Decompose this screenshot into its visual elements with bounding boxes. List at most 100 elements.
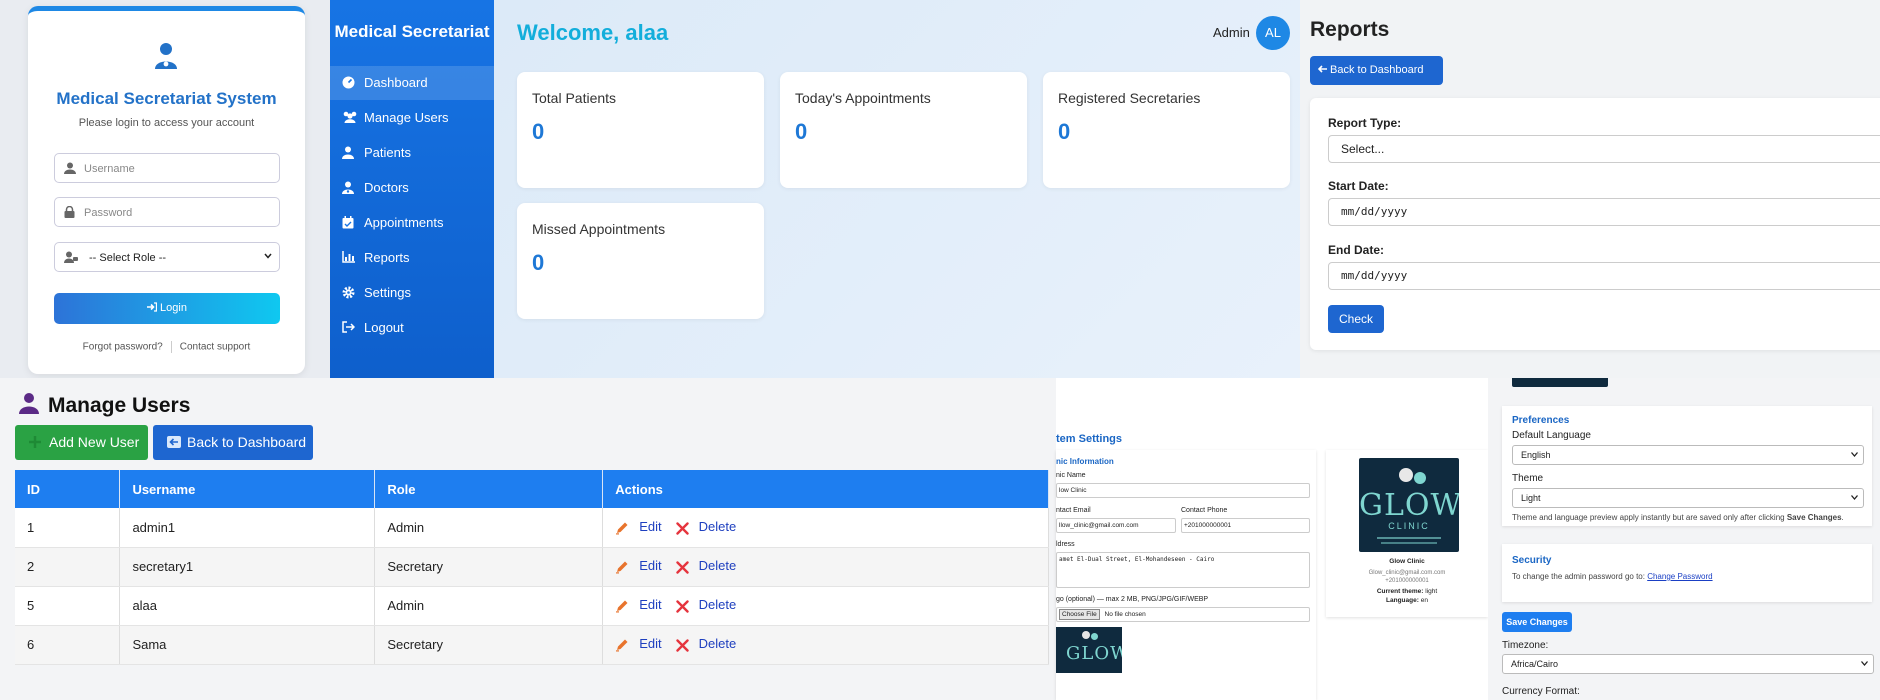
clinic-name-input[interactable]: low Clinic: [1056, 483, 1310, 498]
theme-select[interactable]: Light: [1512, 488, 1864, 508]
back-to-dashboard-button[interactable]: Back to Dashboard: [153, 425, 313, 460]
chevron-down-icon: [264, 253, 272, 259]
currency-label: Currency Format:: [1502, 686, 1580, 697]
system-settings-title: tem Settings: [1056, 433, 1123, 445]
add-user-label: Add New User: [49, 434, 140, 450]
delete-icon: [675, 521, 694, 536]
stat-value: 0: [532, 250, 545, 275]
thumbnail-logo-text: GLOW: [1066, 643, 1122, 664]
stat-card-total-patients: Total Patients 0: [517, 72, 764, 188]
cell-id: 2: [15, 547, 121, 587]
save-changes-button[interactable]: Save Changes: [1502, 612, 1572, 632]
edit-button[interactable]: Edit: [615, 519, 662, 536]
clinic-info-form: nic Information nic Name low Clinic ntac…: [1056, 450, 1316, 700]
password-placeholder: Password: [84, 207, 133, 219]
change-password-link[interactable]: Change Password: [1647, 572, 1712, 581]
choose-file-button[interactable]: Choose File: [1059, 609, 1100, 620]
back-to-dashboard-button[interactable]: Back to Dashboard: [1310, 56, 1443, 85]
forgot-password-link[interactable]: Forgot password?: [83, 342, 163, 353]
language-select[interactable]: English: [1512, 445, 1864, 465]
address-label: ldress: [1056, 541, 1075, 548]
table-header: ID Username Role Actions: [15, 470, 1049, 508]
cell-username: admin1: [119, 508, 376, 548]
column-header: ID: [15, 470, 121, 508]
edit-button[interactable]: Edit: [615, 636, 662, 653]
cell-actions: Edit Delete: [602, 508, 1049, 548]
clinic-info-heading: nic Information: [1056, 457, 1114, 466]
column-header: Username: [119, 470, 376, 508]
address-textarea[interactable]: amet El-Dual Street, El-Mohandeseen - Ca…: [1056, 552, 1310, 588]
manage-users-title: Manage Users: [48, 394, 191, 417]
sidebar-item-label: Reports: [364, 250, 410, 265]
login-button-label: Login: [160, 302, 187, 314]
edit-label: Edit: [639, 597, 662, 612]
logo-file-input[interactable]: Choose File No file chosen: [1056, 607, 1310, 622]
stat-card-todays-appointments: Today's Appointments 0: [780, 72, 1027, 188]
timezone-select-value: Africa/Cairo: [1511, 659, 1559, 669]
delete-label: Delete: [698, 518, 737, 534]
start-date-input[interactable]: mm/dd/yyyy: [1328, 198, 1880, 226]
delete-button[interactable]: Delete: [675, 518, 737, 536]
logout-icon: [342, 321, 355, 333]
edit-button[interactable]: Edit: [615, 558, 662, 575]
contact-support-link[interactable]: Contact support: [180, 342, 251, 353]
cell-role: Secretary: [374, 547, 604, 587]
contact-phone-input[interactable]: +201000000001: [1181, 518, 1310, 533]
avatar[interactable]: AL: [1256, 16, 1290, 50]
sidebar-item-label: Settings: [364, 285, 411, 300]
password-input[interactable]: Password: [54, 197, 280, 227]
file-status: No file chosen: [1104, 611, 1146, 618]
delete-button[interactable]: Delete: [675, 597, 737, 614]
delete-button[interactable]: Delete: [675, 558, 737, 575]
sidebar-item-reports[interactable]: Reports: [330, 241, 494, 275]
reports-panel: Reports Back to Dashboard Report Type: S…: [1300, 0, 1880, 378]
delete-button[interactable]: Delete: [675, 636, 736, 653]
report-type-select[interactable]: Select...: [1328, 135, 1880, 163]
sidebar-item-patients[interactable]: Patients: [330, 136, 494, 170]
stat-card-registered-secretaries: Registered Secretaries 0: [1043, 72, 1290, 188]
check-button[interactable]: Check: [1328, 305, 1384, 333]
table-row: 1 admin1 Admin Edit Delete: [15, 508, 1049, 548]
username-input[interactable]: Username: [54, 153, 280, 183]
role-select[interactable]: -- Select Role --: [54, 242, 280, 272]
sidebar-item-manage-users[interactable]: Manage Users: [330, 101, 494, 135]
login-card: Medical Secretariat System Please login …: [28, 6, 305, 374]
back-arrow-icon: [167, 436, 181, 448]
cell-username: Sama: [119, 625, 376, 665]
report-type-label: Report Type:: [1328, 116, 1402, 130]
sidebar-item-doctors[interactable]: Doctors: [330, 171, 494, 205]
doctor-icon: [342, 181, 354, 194]
sidebar-item-logout[interactable]: Logout: [330, 311, 494, 345]
delete-label: Delete: [698, 558, 737, 573]
gear-icon: [342, 286, 355, 299]
login-button[interactable]: Login: [54, 293, 280, 324]
edit-icon: [615, 560, 634, 575]
sidebar-item-settings[interactable]: Settings: [330, 276, 494, 310]
stat-value: 0: [795, 119, 808, 144]
sidebar-item-appointments[interactable]: Appointments: [330, 206, 494, 240]
chart-icon: [342, 251, 355, 263]
sidebar-item-dashboard[interactable]: Dashboard: [330, 66, 494, 100]
add-user-button[interactable]: Add New User: [15, 425, 148, 460]
timezone-select[interactable]: Africa/Cairo: [1502, 654, 1874, 674]
stat-value: 0: [532, 119, 545, 144]
column-header: Role: [374, 470, 604, 508]
end-date-label: End Date:: [1328, 243, 1385, 257]
table-row: 5 alaa Admin Edit Delete: [15, 586, 1049, 626]
end-date-input[interactable]: mm/dd/yyyy: [1328, 262, 1880, 290]
cell-username: alaa: [119, 586, 376, 626]
edit-button[interactable]: Edit: [615, 597, 662, 614]
username-placeholder: Username: [84, 163, 135, 175]
user-icon: [18, 392, 40, 414]
stat-label: Total Patients: [532, 90, 617, 106]
sidebar-item-label: Patients: [364, 145, 411, 160]
contact-email-input[interactable]: llow_clinic@gmail.com.com: [1056, 518, 1176, 533]
report-form: Report Type: Select... Start Date: mm/dd…: [1310, 98, 1880, 350]
plus-icon: [29, 436, 41, 448]
delete-label: Delete: [698, 597, 737, 612]
table-row: 2 secretary1 Secretary Edit Delete: [15, 547, 1049, 587]
login-icon: [147, 294, 158, 325]
preview-theme: Current theme: light: [1376, 588, 1438, 595]
clinic-name-label: nic Name: [1056, 472, 1086, 479]
preferences-panel: Preferences Default Language English The…: [1488, 378, 1880, 700]
